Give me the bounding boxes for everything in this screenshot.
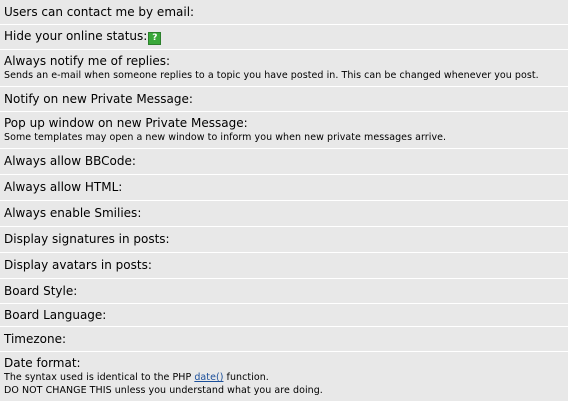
label-display-signatures: Display signatures in posts: [4,232,170,246]
row-contact-by-email: Users can contact me by email: [0,0,568,25]
row-allow-bbcode: Always allow BBCode: [0,149,568,175]
label-board-style: Board Style: [4,283,78,298]
help-icon[interactable]: ? [148,32,162,45]
row-display-signatures: Display signatures in posts: [0,227,568,253]
label-timezone: Timezone: [4,331,67,346]
label-allow-html: Always allow HTML: [4,180,123,194]
row-enable-smilies: Always enable Smilies: [0,201,568,227]
row-date-format: Date format: The syntax used is identica… [0,352,568,402]
label-allow-bbcode: Always allow BBCode: [4,154,136,168]
row-hide-online-status: Hide your online status:? [0,25,568,50]
desc-notify-replies: Sends an e-mail when someone replies to … [4,70,539,81]
row-display-avatars: Display avatars in posts: [0,253,568,279]
desc-date-format-warning: DO NOT CHANGE THIS unless you understand… [4,385,323,396]
row-notify-replies: Always notify me of replies: Sends an e-… [0,50,568,87]
label-display-avatars: Display avatars in posts: [4,258,152,272]
label-date-format: Date format: [4,356,81,370]
label-hide-online-status: Hide your online status:? [4,29,564,45]
label-board-language: Board Language: [4,307,107,322]
label-notify-replies: Always notify me of replies: [4,54,171,68]
label-notify-pm: Notify on new Private Message: [4,91,193,106]
label-contact-by-email: Users can contact me by email: [4,4,195,19]
desc-popup-pm: Some templates may open a new window to … [4,132,447,143]
desc-date-format: The syntax used is identical to the PHP … [4,371,564,384]
row-board-language: Board Language: [0,304,568,327]
label-popup-pm: Pop up window on new Private Message: [4,116,248,130]
label-enable-smilies: Always enable Smilies: [4,206,142,220]
php-date-link[interactable]: date() [194,372,223,383]
row-board-style: Board Style: [0,279,568,304]
row-allow-html: Always allow HTML: [0,175,568,201]
profile-preferences-table: Users can contact me by email: Hide your… [0,0,568,402]
desc-date-format-suffix: function. [223,372,269,383]
row-notify-pm: Notify on new Private Message: [0,87,568,112]
row-popup-pm: Pop up window on new Private Message: So… [0,112,568,149]
desc-date-format-prefix: The syntax used is identical to the PHP [4,372,195,383]
label-hide-online-status-text: Hide your online status: [4,29,148,43]
row-timezone: Timezone: [0,327,568,352]
